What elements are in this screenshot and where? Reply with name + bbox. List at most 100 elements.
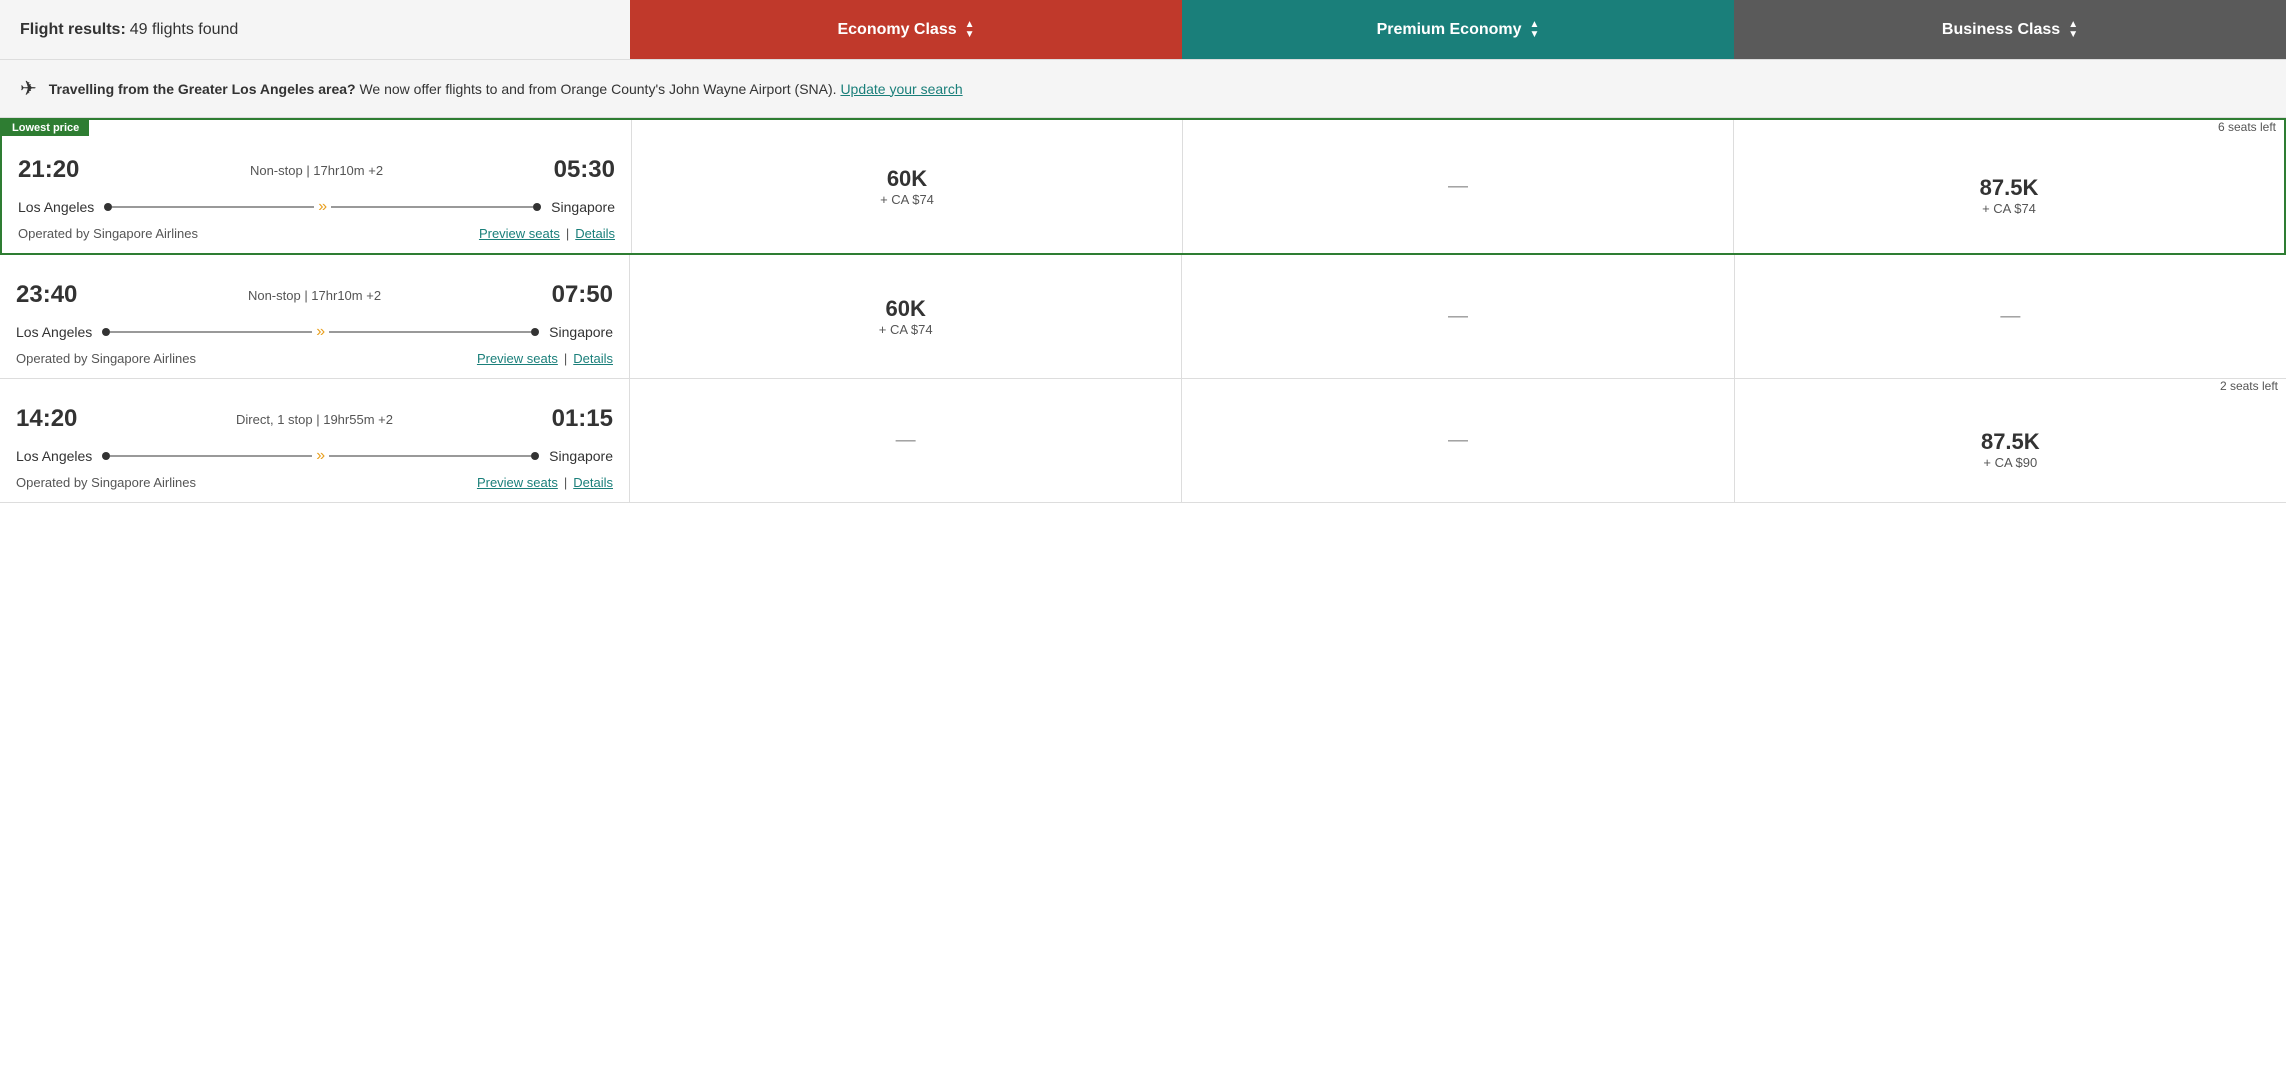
premium-price-unavailable: —: [1183, 120, 1733, 253]
footer-links: Preview seats | Details: [477, 351, 613, 366]
route-to: Singapore: [551, 199, 615, 215]
flight-results: Lowest price 21:20 Non-stop | 17hr10m +2…: [0, 118, 2286, 503]
economy-price-sub: + CA $74: [879, 322, 933, 337]
route-from: Los Angeles: [18, 199, 94, 215]
economy-col: 60K + CA $74: [630, 255, 1182, 378]
route-line-bar: [110, 331, 312, 333]
route-dot-start: [104, 203, 112, 211]
route-line: »: [102, 323, 539, 341]
flight-footer: Operated by Singapore Airlines Preview s…: [18, 226, 615, 241]
business-price: 87.5K + CA $74: [1734, 138, 2284, 253]
route-line: »: [104, 198, 541, 216]
arrive-time: 05:30: [554, 156, 615, 184]
business-price-sub: + CA $90: [1983, 455, 2037, 470]
notice-bold: Travelling from the Greater Los Angeles …: [49, 81, 356, 97]
business-price: 87.5K + CA $90: [1735, 397, 2286, 502]
tab-premium-label: Premium Economy: [1377, 21, 1522, 39]
seats-left: 6 seats left: [1734, 120, 2284, 134]
flight-route: Los Angeles » Singapore: [18, 198, 615, 216]
flight-meta: Non-stop | 17hr10m +2: [248, 288, 381, 303]
business-sort-arrows: ▲▼: [2068, 20, 2078, 40]
route-line: »: [102, 447, 539, 465]
economy-price-sub: + CA $74: [880, 192, 934, 207]
route-arrows: »: [318, 198, 327, 216]
flight-card: 23:40 Non-stop | 17hr10m +2 07:50 Los An…: [0, 255, 2286, 379]
economy-price: 60K + CA $74: [632, 120, 1182, 253]
separator: |: [564, 475, 567, 490]
depart-time: 23:40: [16, 281, 77, 309]
business-col: —: [1735, 255, 2286, 378]
flight-meta: Direct, 1 stop | 19hr55m +2: [236, 412, 393, 427]
preview-seats-link[interactable]: Preview seats: [479, 226, 560, 241]
business-price-unavailable: —: [1735, 255, 2286, 378]
lowest-price-badge: Lowest price: [2, 120, 89, 136]
preview-seats-link[interactable]: Preview seats: [477, 475, 558, 490]
business-price-main: 87.5K: [1981, 429, 2040, 455]
flight-info: Lowest price 21:20 Non-stop | 17hr10m +2…: [2, 120, 632, 253]
flight-times: 14:20 Direct, 1 stop | 19hr55m +2 01:15: [16, 391, 613, 441]
route-line-bar: [110, 455, 312, 457]
details-link[interactable]: Details: [573, 351, 613, 366]
flight-route: Los Angeles » Singapore: [16, 323, 613, 341]
route-line-bar2: [331, 206, 533, 208]
economy-price-main: 60K: [887, 166, 927, 192]
flight-footer: Operated by Singapore Airlines Preview s…: [16, 351, 613, 366]
results-title: Flight results: 49 flights found: [0, 0, 630, 59]
notice-banner: ✈ Travelling from the Greater Los Angele…: [0, 60, 2286, 118]
route-dot-end: [531, 328, 539, 336]
flight-route: Los Angeles » Singapore: [16, 447, 613, 465]
premium-col: —: [1182, 255, 1734, 378]
route-arrows: »: [316, 447, 325, 465]
route-line-bar2: [329, 331, 531, 333]
economy-sort-arrows: ▲▼: [965, 20, 975, 40]
preview-seats-link[interactable]: Preview seats: [477, 351, 558, 366]
operator: Operated by Singapore Airlines: [16, 475, 196, 490]
route-to: Singapore: [549, 324, 613, 340]
premium-col: —: [1183, 120, 1734, 253]
tab-business-label: Business Class: [1942, 21, 2060, 39]
tab-premium[interactable]: Premium Economy ▲▼: [1182, 0, 1734, 59]
details-link[interactable]: Details: [573, 475, 613, 490]
page-header: Flight results: 49 flights found Economy…: [0, 0, 2286, 60]
tab-business[interactable]: Business Class ▲▼: [1734, 0, 2286, 59]
premium-price-unavailable: —: [1182, 379, 1733, 502]
footer-links: Preview seats | Details: [479, 226, 615, 241]
route-line-bar: [112, 206, 314, 208]
economy-price-unavailable: —: [630, 379, 1181, 502]
tab-economy-label: Economy Class: [837, 21, 956, 39]
business-col: 2 seats left 87.5K + CA $90: [1735, 379, 2286, 502]
premium-sort-arrows: ▲▼: [1530, 20, 1540, 40]
flight-times: 21:20 Non-stop | 17hr10m +2 05:30: [18, 132, 615, 192]
tab-economy[interactable]: Economy Class ▲▼: [630, 0, 1182, 59]
route-line-bar2: [329, 455, 531, 457]
economy-col: 60K + CA $74: [632, 120, 1183, 253]
business-col: 6 seats left 87.5K + CA $74: [1734, 120, 2284, 253]
route-from: Los Angeles: [16, 448, 92, 464]
economy-price-main: 60K: [885, 296, 925, 322]
plane-icon: ✈: [20, 76, 37, 101]
seats-left: 2 seats left: [1735, 379, 2286, 393]
route-from: Los Angeles: [16, 324, 92, 340]
business-price-main: 87.5K: [1980, 175, 2039, 201]
flight-card: Lowest price 21:20 Non-stop | 17hr10m +2…: [0, 118, 2286, 255]
operator: Operated by Singapore Airlines: [18, 226, 198, 241]
route-dot-start: [102, 452, 110, 460]
route-arrows: »: [316, 323, 325, 341]
details-link[interactable]: Details: [575, 226, 615, 241]
separator: |: [564, 351, 567, 366]
depart-time: 21:20: [18, 156, 79, 184]
premium-price-unavailable: —: [1182, 255, 1733, 378]
flight-card: 14:20 Direct, 1 stop | 19hr55m +2 01:15 …: [0, 379, 2286, 503]
depart-time: 14:20: [16, 405, 77, 433]
flight-info: 23:40 Non-stop | 17hr10m +2 07:50 Los An…: [0, 255, 630, 378]
route-dot-end: [533, 203, 541, 211]
arrive-time: 07:50: [552, 281, 613, 309]
economy-col: —: [630, 379, 1182, 502]
flight-footer: Operated by Singapore Airlines Preview s…: [16, 475, 613, 490]
update-search-link[interactable]: Update your search: [840, 81, 962, 97]
flight-times: 23:40 Non-stop | 17hr10m +2 07:50: [16, 267, 613, 317]
route-dot-start: [102, 328, 110, 336]
arrive-time: 01:15: [552, 405, 613, 433]
operator: Operated by Singapore Airlines: [16, 351, 196, 366]
flight-info: 14:20 Direct, 1 stop | 19hr55m +2 01:15 …: [0, 379, 630, 502]
